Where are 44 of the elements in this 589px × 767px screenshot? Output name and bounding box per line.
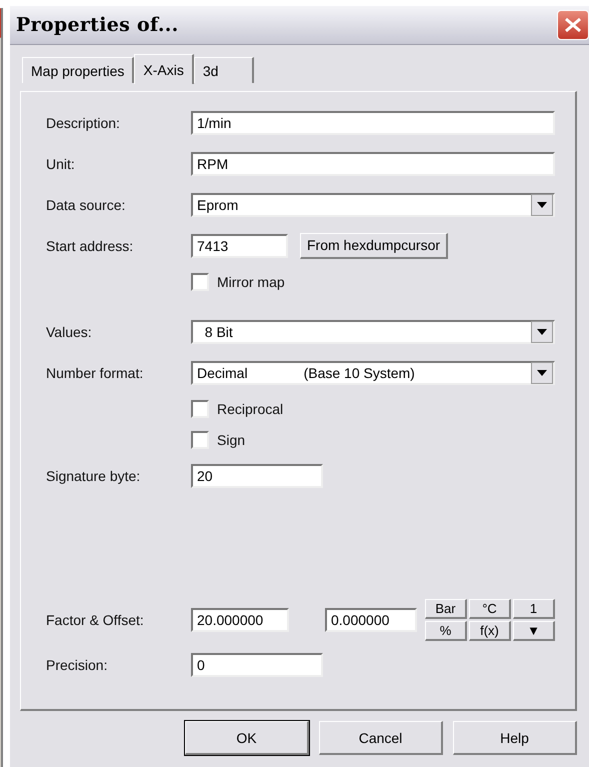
checkbox[interactable] [191,400,209,418]
field-label: Unit: [46,156,76,172]
checkbox-label: Sign [217,432,246,448]
dialog-button[interactable]: OK [185,721,309,755]
tab[interactable]: X-Axis [134,54,194,84]
unit-button[interactable]: 1 [513,599,555,619]
field-label: Values: [46,324,93,340]
field-label: Number format: [46,364,144,380]
offset-field[interactable]: 0.000000 [325,608,417,632]
unit-button[interactable]: % [425,621,467,641]
text-field[interactable]: 1/min [191,110,555,134]
unit-button[interactable]: f(x) [469,621,511,641]
field-label: Factor & Offset: [46,612,145,628]
dropdown-arrow-icon [537,370,547,376]
factor-field[interactable]: 20.000000 [191,608,289,632]
close-button[interactable] [557,10,589,40]
text-field[interactable]: 7413 [191,234,288,258]
dialog-button[interactable]: Cancel [319,721,443,755]
checkbox[interactable] [191,272,209,290]
text-field[interactable]: 0 [191,652,323,676]
field-label: Start address: [46,238,134,254]
dropdown[interactable]: 8 Bit [191,320,555,344]
unit-button[interactable]: Bar [425,599,467,619]
hexdump-button[interactable]: From hexdumpcursor [300,232,448,258]
dropdown[interactable]: Eprom [191,192,555,216]
unit-button[interactable]: ▼ [513,621,555,641]
field-label: Description: [46,114,121,130]
tab[interactable]: Map properties [22,57,134,83]
field-label: Data source: [46,196,126,212]
checkbox[interactable] [191,430,209,448]
dropdown-arrow-icon [537,328,547,334]
checkbox-label: Reciprocal [217,400,284,416]
dropdown-arrow-icon [537,202,547,208]
dialog-button[interactable]: Help [453,721,577,755]
tab[interactable]: 3d [194,57,254,83]
text-field[interactable]: 20 [191,464,323,488]
field-label: Precision: [46,656,108,672]
checkbox-label: Mirror map [217,274,285,290]
window-title: Properties of... [16,14,179,36]
unit-button[interactable]: °C [469,599,511,619]
field-label: Signature byte: [46,468,142,484]
dropdown[interactable]: Decimal (Base 10 System) [191,360,555,384]
text-field[interactable]: RPM [191,152,555,176]
close-icon [564,17,582,33]
